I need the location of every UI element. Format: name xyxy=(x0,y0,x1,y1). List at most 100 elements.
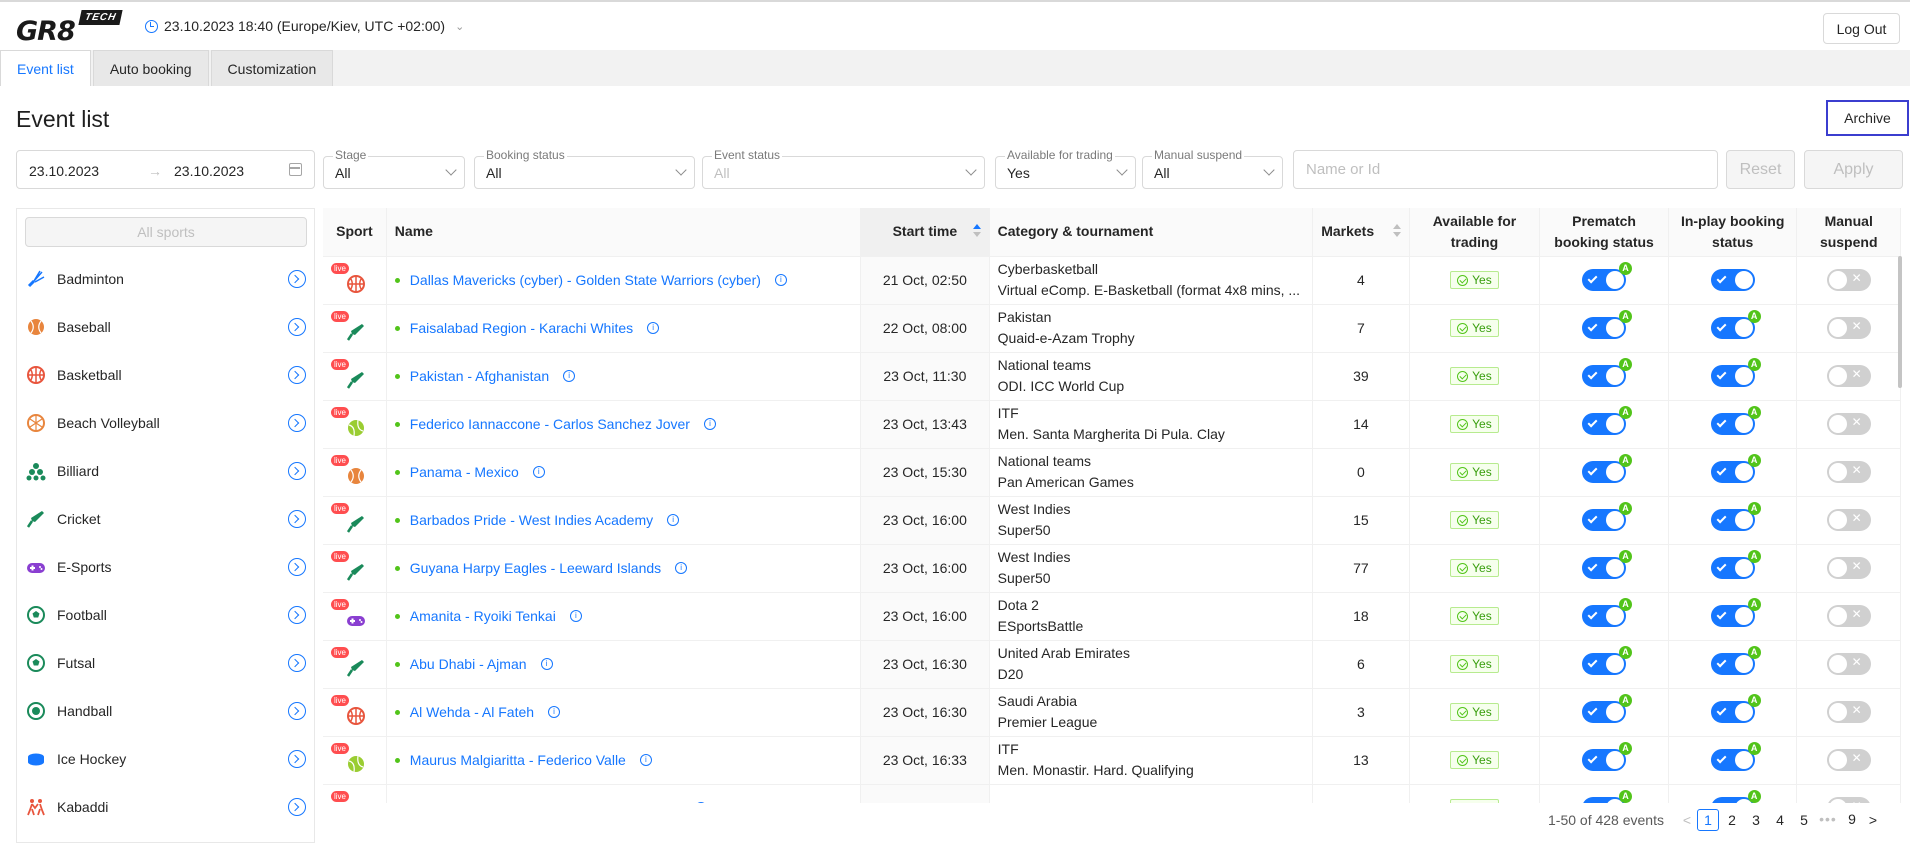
table-row[interactable]: live Maurus Malgiaritta - Federico Valle i… xyxy=(323,736,1901,785)
sort-icon[interactable] xyxy=(972,224,981,240)
prematch-toggle[interactable]: A xyxy=(1582,262,1633,291)
table-row[interactable]: live Faisalabad Region - Karachi Whites i 2… xyxy=(323,304,1901,353)
arrow-right-circle-icon[interactable] xyxy=(288,654,306,672)
table-row[interactable]: live Al Wehda - Al Fateh i 23 Oct, 16:30 Sau… xyxy=(323,688,1901,737)
event-status-select[interactable]: Event status All xyxy=(702,148,985,189)
event-name-link[interactable]: Panama - Mexico xyxy=(410,464,519,480)
manual-suspend-toggle[interactable]: ✕ xyxy=(1826,797,1871,803)
logout-button[interactable]: Log Out xyxy=(1823,13,1900,44)
manual-suspend-toggle[interactable]: ✕ xyxy=(1826,413,1871,435)
table-scrollbar[interactable] xyxy=(1898,256,1902,388)
arrow-right-circle-icon[interactable] xyxy=(288,750,306,768)
arrow-right-circle-icon[interactable] xyxy=(288,702,306,720)
prematch-toggle[interactable]: A xyxy=(1582,550,1633,579)
prematch-toggle[interactable]: A xyxy=(1582,502,1633,531)
event-name-link[interactable]: Amanita - Ryoiki Tenkai xyxy=(410,608,556,624)
manual-suspend-toggle[interactable]: ✕ xyxy=(1826,509,1871,531)
sidebar-item-futsal[interactable]: Futsal xyxy=(17,639,314,687)
inplay-toggle[interactable]: A xyxy=(1710,310,1761,339)
tab-auto-booking[interactable]: Auto booking xyxy=(92,50,209,86)
inplay-toggle[interactable]: A xyxy=(1710,646,1761,675)
prematch-toggle[interactable]: A xyxy=(1582,358,1633,387)
sidebar-item-e-sports[interactable]: E-Sports xyxy=(17,543,314,591)
prematch-toggle[interactable]: A xyxy=(1582,454,1633,483)
arrow-right-circle-icon[interactable] xyxy=(288,270,306,288)
event-name-link[interactable]: Maurus Malgiaritta - Federico Valle xyxy=(410,752,626,768)
col-markets[interactable]: Markets xyxy=(1312,208,1410,257)
tab-customization[interactable]: Customization xyxy=(210,50,334,86)
sidebar-item-handball[interactable]: Handball xyxy=(17,687,314,735)
prev-page-button[interactable]: < xyxy=(1678,812,1696,828)
manual-suspend-toggle[interactable]: ✕ xyxy=(1826,749,1871,771)
next-page-button[interactable]: > xyxy=(1864,812,1882,828)
arrow-right-circle-icon[interactable] xyxy=(288,414,306,432)
sort-icon[interactable] xyxy=(1392,224,1401,240)
arrow-right-circle-icon[interactable] xyxy=(288,366,306,384)
sidebar-item-billiard[interactable]: Billiard xyxy=(17,447,314,495)
info-icon[interactable]: i xyxy=(647,322,660,334)
info-icon[interactable]: i xyxy=(548,706,561,718)
info-icon[interactable]: i xyxy=(532,466,545,478)
info-icon[interactable]: i xyxy=(694,802,707,803)
table-row[interactable]: live Amanita - Ryoiki Tenkai i 23 Oct, 16:0… xyxy=(323,592,1901,641)
table-row[interactable]: live Dallas Mavericks (cyber) - Golden St… xyxy=(323,256,1901,305)
event-name-link[interactable]: Pakistan - Afghanistan xyxy=(410,368,549,384)
event-name-link[interactable]: Guyana Harpy Eagles - Leeward Islands xyxy=(410,560,661,576)
event-name-link[interactable]: Dallas Mavericks (cyber) - Golden State … xyxy=(410,272,761,288)
event-name-link[interactable]: Faisalabad Region - Karachi Whites xyxy=(410,320,633,336)
manual-suspend-toggle[interactable]: ✕ xyxy=(1826,653,1871,675)
manual-suspend-toggle[interactable]: ✕ xyxy=(1826,557,1871,579)
event-name-link[interactable]: Adelaide Strikers 20 - Hobart Hurricanes… xyxy=(410,800,681,803)
arrow-right-circle-icon[interactable] xyxy=(288,462,306,480)
prematch-toggle[interactable]: A xyxy=(1582,790,1633,803)
date-range-picker[interactable]: 23.10.2023 → 23.10.2023 xyxy=(16,150,315,189)
info-icon[interactable]: i xyxy=(774,274,787,286)
sidebar-item-kabaddi[interactable]: Kabaddi xyxy=(17,783,314,831)
table-row[interactable]: live Barbados Pride - West Indies Academy… xyxy=(323,496,1901,545)
info-icon[interactable]: i xyxy=(569,610,582,622)
date-from[interactable]: 23.10.2023 xyxy=(29,163,99,179)
manual-suspend-toggle[interactable]: ✕ xyxy=(1826,365,1871,387)
table-row[interactable]: live Guyana Harpy Eagles - Leeward Island… xyxy=(323,544,1901,593)
sidebar-item-basketball[interactable]: Basketball xyxy=(17,351,314,399)
archive-button[interactable]: Archive xyxy=(1826,100,1909,136)
arrow-right-circle-icon[interactable] xyxy=(288,510,306,528)
timezone-selector[interactable]: 23.10.2023 18:40 (Europe/Kiev, UTC +02:0… xyxy=(145,18,464,34)
table-row[interactable]: live Abu Dhabi - Ajman i 23 Oct, 16:30 Unite… xyxy=(323,640,1901,689)
sidebar-item-ice-hockey[interactable]: Ice Hockey xyxy=(17,735,314,783)
prematch-toggle[interactable]: A xyxy=(1582,406,1633,435)
info-icon[interactable]: i xyxy=(639,754,652,766)
tab-event-list[interactable]: Event list xyxy=(0,50,91,86)
manual-suspend-toggle[interactable]: ✕ xyxy=(1826,269,1871,291)
inplay-toggle[interactable]: A xyxy=(1710,502,1761,531)
info-icon[interactable]: i xyxy=(667,514,680,526)
table-row[interactable]: live Federico Iannaccone - Carlos Sanchez… xyxy=(323,400,1901,449)
sidebar-item-football[interactable]: Football xyxy=(17,591,314,639)
inplay-toggle[interactable]: A xyxy=(1710,742,1761,771)
prematch-toggle[interactable]: A xyxy=(1582,646,1633,675)
info-icon[interactable]: i xyxy=(540,658,553,670)
inplay-toggle[interactable]: A xyxy=(1710,790,1761,803)
date-to[interactable]: 23.10.2023 xyxy=(174,163,244,179)
prematch-toggle[interactable]: A xyxy=(1582,694,1633,723)
reset-button[interactable]: Reset xyxy=(1726,150,1795,189)
manual-suspend-toggle[interactable]: ✕ xyxy=(1826,701,1871,723)
manual-suspend-select[interactable]: Manual suspend All xyxy=(1142,148,1283,189)
table-row[interactable]: live Panama - Mexico i 23 Oct, 15:30 Nationa… xyxy=(323,448,1901,497)
prematch-toggle[interactable]: A xyxy=(1582,742,1633,771)
page-2[interactable]: 2 xyxy=(1721,810,1743,832)
sidebar-item-cricket[interactable]: Cricket xyxy=(17,495,314,543)
inplay-toggle[interactable]: A xyxy=(1710,358,1761,387)
booking-status-select[interactable]: Booking status All xyxy=(474,148,695,189)
event-name-link[interactable]: Federico Iannaccone - Carlos Sanchez Jov… xyxy=(410,416,690,432)
table-row[interactable]: live Pakistan - Afghanistan i 23 Oct, 11:30… xyxy=(323,352,1901,401)
info-icon[interactable]: i xyxy=(563,370,576,382)
arrow-right-circle-icon[interactable] xyxy=(288,798,306,816)
arrow-right-circle-icon[interactable] xyxy=(288,558,306,576)
prematch-toggle[interactable]: A xyxy=(1582,598,1633,627)
name-or-id-search[interactable] xyxy=(1293,150,1718,189)
event-name-link[interactable]: Al Wehda - Al Fateh xyxy=(410,704,534,720)
event-name-link[interactable]: Abu Dhabi - Ajman xyxy=(410,656,527,672)
available-for-trading-select[interactable]: Available for trading Yes xyxy=(995,148,1136,189)
inplay-toggle[interactable]: A xyxy=(1710,406,1761,435)
